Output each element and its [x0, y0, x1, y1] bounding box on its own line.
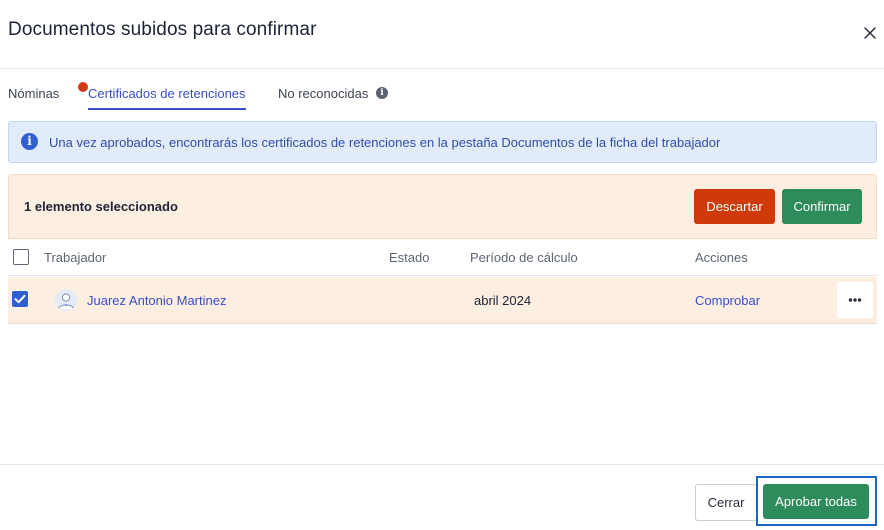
- modal-header: Documentos subidos para confirmar: [0, 0, 884, 69]
- column-header-trabajador: Trabajador: [44, 250, 107, 265]
- avatar: [55, 289, 77, 311]
- selection-bar: 1 elemento seleccionado Descartar Confir…: [8, 174, 877, 239]
- select-all-checkbox[interactable]: [13, 249, 29, 265]
- column-header-periodo: Período de cálculo: [470, 250, 578, 265]
- tab-bar: Nóminas Certificados de retenciones No r…: [0, 80, 884, 112]
- info-banner: i Una vez aprobados, encontrarás los cer…: [8, 121, 877, 163]
- close-button[interactable]: [859, 22, 881, 44]
- table-row: Juarez Antonio Martinez abril 2024 Compr…: [8, 277, 877, 324]
- close-dialog-button[interactable]: Cerrar: [695, 484, 757, 521]
- tab-certificados-retenciones[interactable]: Certificados de retenciones: [88, 86, 246, 110]
- modal-footer: Cerrar Aprobar todas: [0, 464, 884, 530]
- tab-no-reconocidas[interactable]: No reconocidas: [278, 86, 368, 101]
- periodo-calculo: abril 2024: [474, 293, 532, 308]
- modal-title: Documentos subidos para confirmar: [8, 19, 317, 40]
- worker-name-link[interactable]: Juarez Antonio Martinez: [87, 293, 226, 308]
- selection-count: 1 elemento seleccionado: [24, 199, 178, 214]
- info-icon: i: [21, 133, 38, 150]
- close-icon[interactable]: [859, 22, 881, 44]
- discard-button[interactable]: Descartar: [694, 189, 775, 224]
- more-horizontal-icon: [848, 298, 862, 302]
- more-options-button[interactable]: [837, 282, 873, 318]
- column-header-acciones: Acciones: [695, 250, 748, 265]
- notification-dot: [78, 82, 88, 92]
- table-header: Trabajador Estado Período de cálculo Acc…: [8, 239, 877, 276]
- tab-nominas[interactable]: Nóminas: [8, 86, 59, 101]
- user-avatar-icon: [58, 293, 74, 310]
- info-icon[interactable]: i: [376, 87, 388, 99]
- checkmark-icon: [14, 294, 26, 304]
- column-header-estado: Estado: [389, 250, 430, 265]
- comprobar-link[interactable]: Comprobar: [695, 293, 760, 308]
- approve-all-button[interactable]: Aprobar todas: [763, 484, 869, 519]
- row-checkbox[interactable]: [12, 291, 28, 307]
- confirm-button[interactable]: Confirmar: [782, 189, 862, 224]
- banner-text: Una vez aprobados, encontrarás los certi…: [49, 135, 721, 150]
